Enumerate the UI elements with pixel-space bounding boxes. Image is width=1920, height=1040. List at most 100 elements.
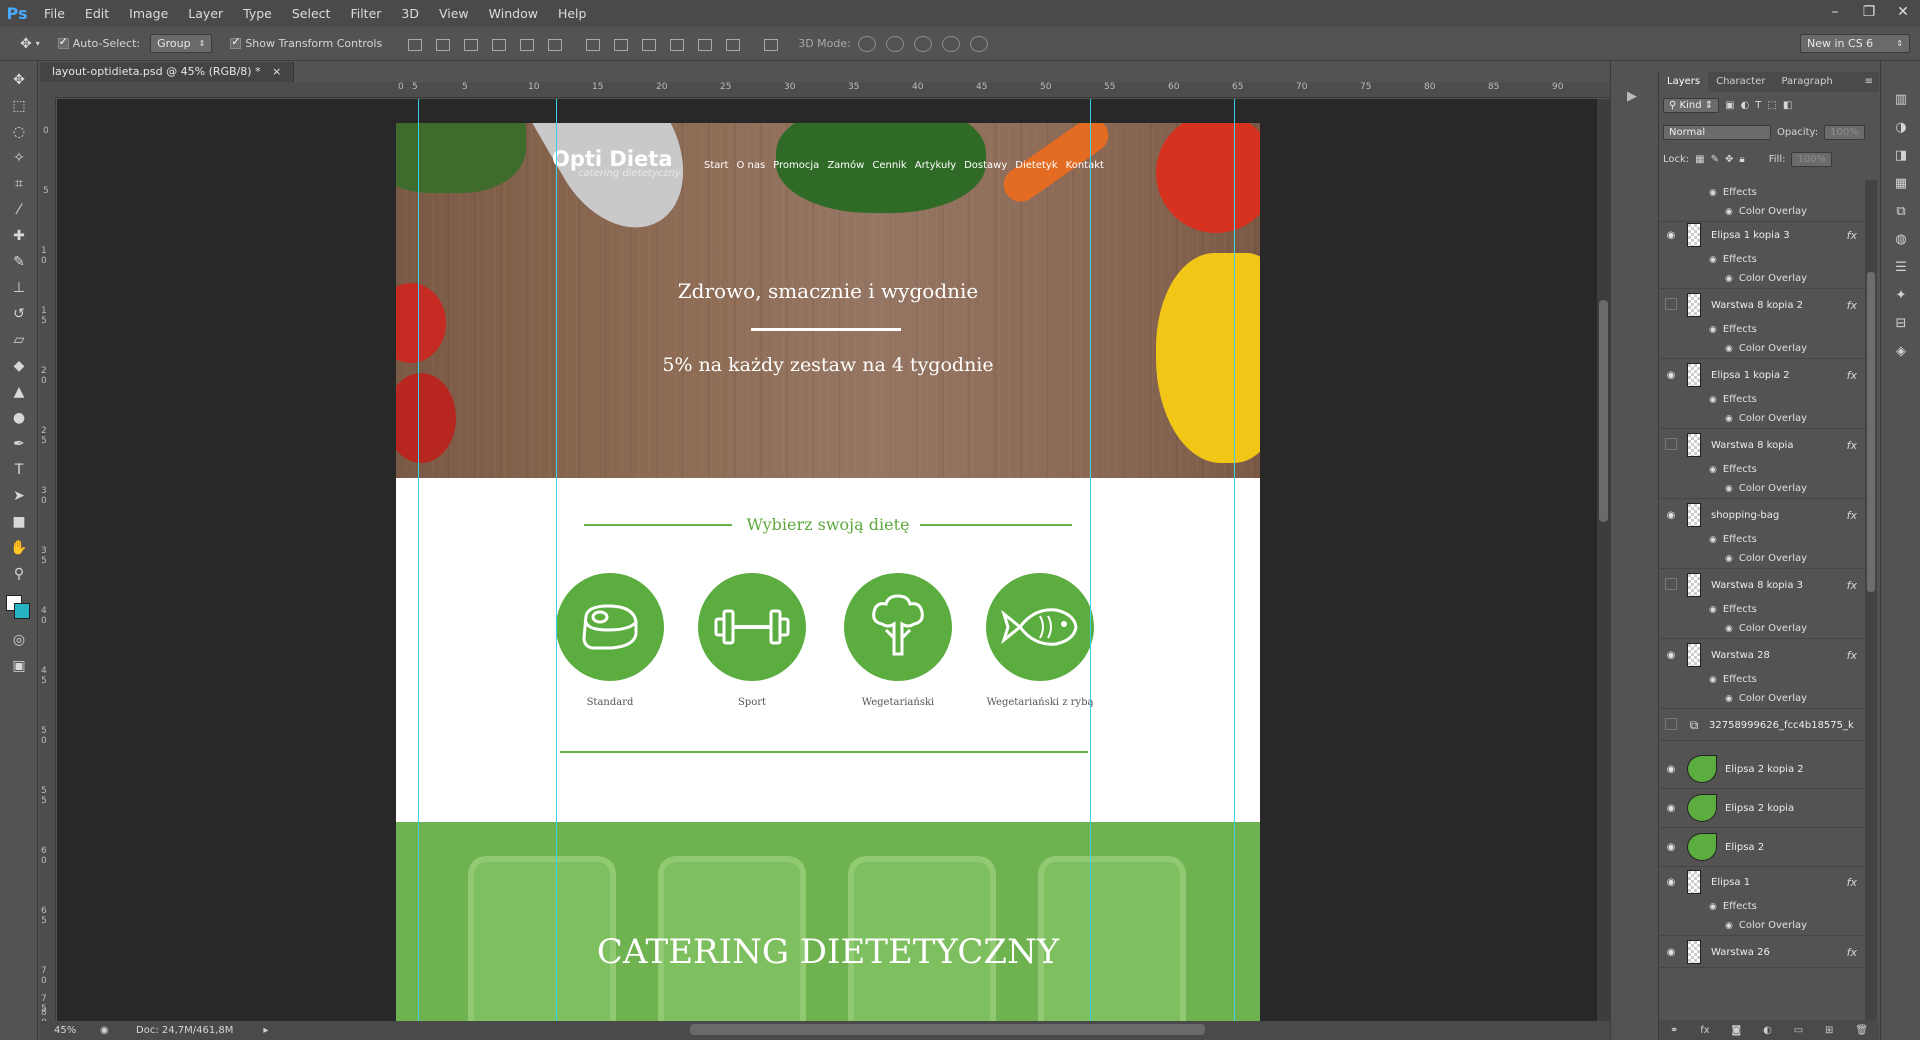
- menu-3d[interactable]: 3D: [391, 0, 429, 27]
- brush-tool-icon[interactable]: ✎: [0, 249, 38, 275]
- timeline-icon[interactable]: ⊟: [1881, 309, 1920, 337]
- vertical-ruler[interactable]: 0 5 1 0 1 5 2 0 2 5 3 0 3 5 4 0 4 5 5 0 …: [40, 98, 56, 1028]
- eye-icon[interactable]: ◉: [1659, 947, 1683, 958]
- auto-align-icon[interactable]: [761, 36, 779, 52]
- layer-row[interactable]: ◉ Warstwa 28 fx ◉ Effects ◉ Color Overlay: [1659, 640, 1865, 709]
- layer-row[interactable]: ◉ Elipsa 2 kopia 2: [1659, 750, 1865, 789]
- 3d-rotate-icon[interactable]: [857, 35, 876, 52]
- 3d-scale-icon[interactable]: [969, 35, 988, 52]
- visibility-toggle[interactable]: [1659, 578, 1683, 593]
- eyedropper-icon[interactable]: ⁄: [0, 197, 38, 223]
- crop-tool-icon[interactable]: ⌗: [0, 171, 38, 197]
- distribute-left-icon[interactable]: [667, 36, 685, 52]
- 3d-panel-icon[interactable]: ◈: [1881, 337, 1920, 365]
- eye-icon[interactable]: ◉: [1709, 255, 1717, 265]
- move-tool-icon[interactable]: ✥: [0, 67, 38, 93]
- lock-pixels-icon[interactable]: ✎: [1711, 154, 1719, 165]
- close-button[interactable]: ✕: [1886, 0, 1920, 24]
- tab-paragraph[interactable]: Paragraph: [1773, 72, 1840, 92]
- hand-tool-icon[interactable]: ✋: [0, 535, 38, 561]
- delete-layer-icon[interactable]: 🗑︎: [1855, 1025, 1868, 1036]
- nav-artykuly[interactable]: Artykuły: [915, 160, 956, 171]
- blur-tool-icon[interactable]: ▲: [0, 379, 38, 405]
- tab-character[interactable]: Character: [1708, 72, 1773, 92]
- panel-menu-icon[interactable]: ≡: [1859, 72, 1879, 92]
- fx-icon[interactable]: fx: [1847, 369, 1857, 382]
- eraser-icon[interactable]: ▱: [0, 327, 38, 353]
- eye-icon[interactable]: ◉: [1725, 694, 1733, 704]
- menu-filter[interactable]: Filter: [340, 0, 391, 27]
- lock-transparent-icon[interactable]: ▦: [1695, 154, 1704, 165]
- actions-icon[interactable]: ◍: [1881, 225, 1920, 253]
- layer-row[interactable]: ◉ Elipsa 1 fx ◉ Effects ◉ Color Overlay: [1659, 867, 1865, 936]
- fx-icon[interactable]: fx: [1847, 509, 1857, 522]
- distribute-top-icon[interactable]: [583, 36, 601, 52]
- nav-dostawy[interactable]: Dostawy: [964, 160, 1007, 171]
- screen-mode-icon[interactable]: ▣: [0, 653, 38, 679]
- minimize-button[interactable]: –: [1818, 0, 1852, 24]
- visibility-toggle[interactable]: [1659, 438, 1683, 453]
- auto-select-checkbox[interactable]: [57, 35, 69, 49]
- fx-icon[interactable]: fx: [1847, 229, 1857, 242]
- layer-row[interactable]: ◉ Elipsa 1 kopia 2 fx ◉ Effects ◉ Color Over…: [1659, 360, 1865, 429]
- lock-position-icon[interactable]: ✥: [1725, 154, 1733, 165]
- new-layer-icon[interactable]: ⊞: [1825, 1025, 1833, 1036]
- zoom-tool-icon[interactable]: ⚲: [0, 561, 38, 587]
- swatches-icon[interactable]: ▦: [1881, 169, 1920, 197]
- distribute-vcenter-icon[interactable]: [611, 36, 629, 52]
- layer-row[interactable]: ◉ Elipsa 2 kopia: [1659, 789, 1865, 828]
- eye-icon[interactable]: ◉: [1659, 510, 1683, 521]
- eye-icon[interactable]: ◉: [1709, 605, 1717, 615]
- vertical-scrollbar[interactable]: [1597, 99, 1610, 1021]
- eye-icon[interactable]: ◉: [1709, 465, 1717, 475]
- eye-icon[interactable]: ◉: [1725, 624, 1733, 634]
- layer-row[interactable]: ◉ shopping-bag fx ◉ Effects ◉ Color Overlay: [1659, 500, 1865, 569]
- menu-file[interactable]: File: [34, 0, 75, 27]
- guide-line[interactable]: [556, 99, 557, 1021]
- nav-zamow[interactable]: Zamów: [827, 160, 864, 171]
- diet-sport-button[interactable]: [698, 573, 806, 681]
- properties-icon[interactable]: ☰: [1881, 253, 1920, 281]
- filter-pixel-icon[interactable]: ▣: [1725, 100, 1734, 111]
- vertical-scroll-thumb[interactable]: [1599, 300, 1608, 522]
- eye-icon[interactable]: ◉: [1725, 274, 1733, 284]
- filter-shape-icon[interactable]: ⬚: [1767, 100, 1776, 111]
- history-brush-icon[interactable]: ↺: [0, 301, 38, 327]
- brush-presets-icon[interactable]: ✦: [1881, 281, 1920, 309]
- tab-layers[interactable]: Layers: [1659, 72, 1709, 92]
- transform-controls-checkbox[interactable]: [230, 35, 242, 49]
- eye-icon[interactable]: ◉: [1725, 921, 1733, 931]
- align-right-icon[interactable]: [545, 36, 563, 52]
- nav-kontakt[interactable]: Kontakt: [1066, 160, 1104, 171]
- dodge-tool-icon[interactable]: ●: [0, 405, 38, 431]
- workspace-dropdown[interactable]: New in CS 6 ⇕: [1800, 34, 1910, 53]
- type-tool-icon[interactable]: T: [0, 457, 38, 483]
- eye-icon[interactable]: ◉: [1709, 188, 1717, 198]
- layer-row[interactable]: Warstwa 8 kopia fx ◉ Effects ◉ Color Overla…: [1659, 430, 1865, 499]
- history-icon[interactable]: ⧉: [1881, 197, 1920, 225]
- adjustments-icon[interactable]: ◨: [1881, 141, 1920, 169]
- document-tab[interactable]: layout-optidieta.psd @ 45% (RGB/8) * ×: [40, 62, 295, 82]
- menu-edit[interactable]: Edit: [75, 0, 119, 27]
- filter-adjust-icon[interactable]: ◐: [1741, 100, 1750, 111]
- menu-window[interactable]: Window: [479, 0, 548, 27]
- align-left-icon[interactable]: [489, 36, 507, 52]
- nav-promocja[interactable]: Promocja: [773, 160, 819, 171]
- eye-icon[interactable]: ◉: [1709, 325, 1717, 335]
- 3d-drag-icon[interactable]: [913, 35, 932, 52]
- pen-tool-icon[interactable]: ✒: [0, 431, 38, 457]
- guide-line[interactable]: [1234, 99, 1235, 1021]
- diet-standard-button[interactable]: [556, 573, 664, 681]
- layer-row[interactable]: ◉ Elipsa 1 kopia 3 fx ◉ Effects ◉ Color Over…: [1659, 220, 1865, 289]
- fx-icon[interactable]: fx: [1847, 649, 1857, 662]
- visibility-toggle[interactable]: [1659, 718, 1683, 733]
- eye-icon[interactable]: ◉: [1725, 207, 1733, 217]
- fill-field[interactable]: 100%: [1791, 152, 1833, 167]
- document-canvas[interactable]: Opti Dieta catering dietetyczny Start O …: [396, 123, 1260, 1021]
- layer-row[interactable]: ◉ Warstwa 26 fx: [1659, 937, 1865, 968]
- histogram-icon[interactable]: ▥: [1881, 85, 1920, 113]
- menu-help[interactable]: Help: [548, 0, 597, 27]
- guide-line[interactable]: [1090, 99, 1091, 1021]
- path-selection-icon[interactable]: ➤: [0, 483, 38, 509]
- move-tool-preset[interactable]: ✥ ▾: [20, 36, 40, 52]
